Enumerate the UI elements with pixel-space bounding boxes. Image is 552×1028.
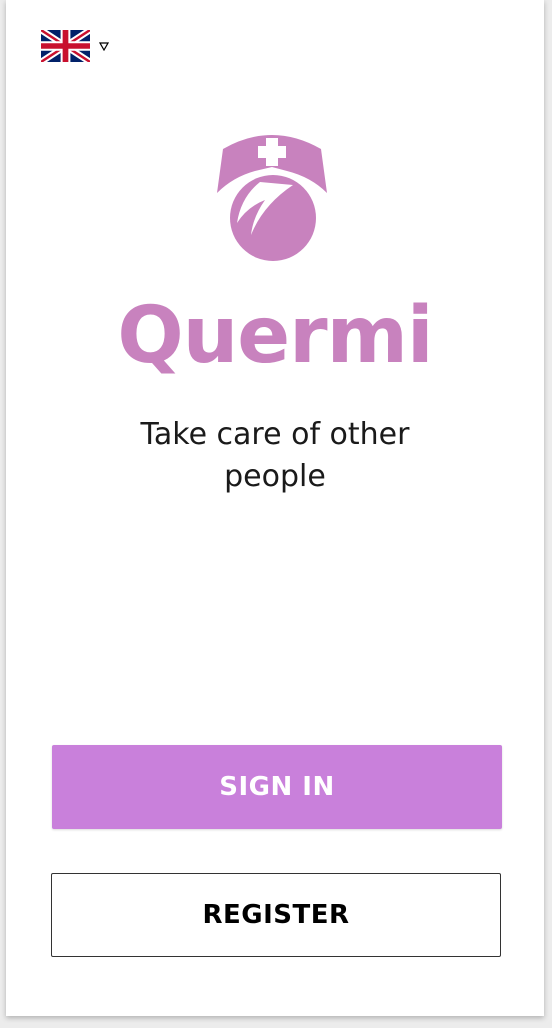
tagline: Take care of other people [6, 414, 544, 498]
nurse-logo-icon [217, 135, 327, 261]
tagline-line-2: people [224, 459, 326, 494]
uk-flag-icon [41, 30, 90, 62]
register-button[interactable]: REGISTER [51, 873, 501, 957]
app-name: Quermi [117, 291, 433, 381]
caret-down-icon [99, 41, 109, 51]
welcome-screen: Quermi Take care of other people SIGN IN… [6, 0, 544, 1016]
sign-in-button[interactable]: SIGN IN [52, 745, 502, 829]
tagline-line-1: Take care of other [140, 417, 410, 452]
language-selector[interactable] [41, 28, 121, 64]
